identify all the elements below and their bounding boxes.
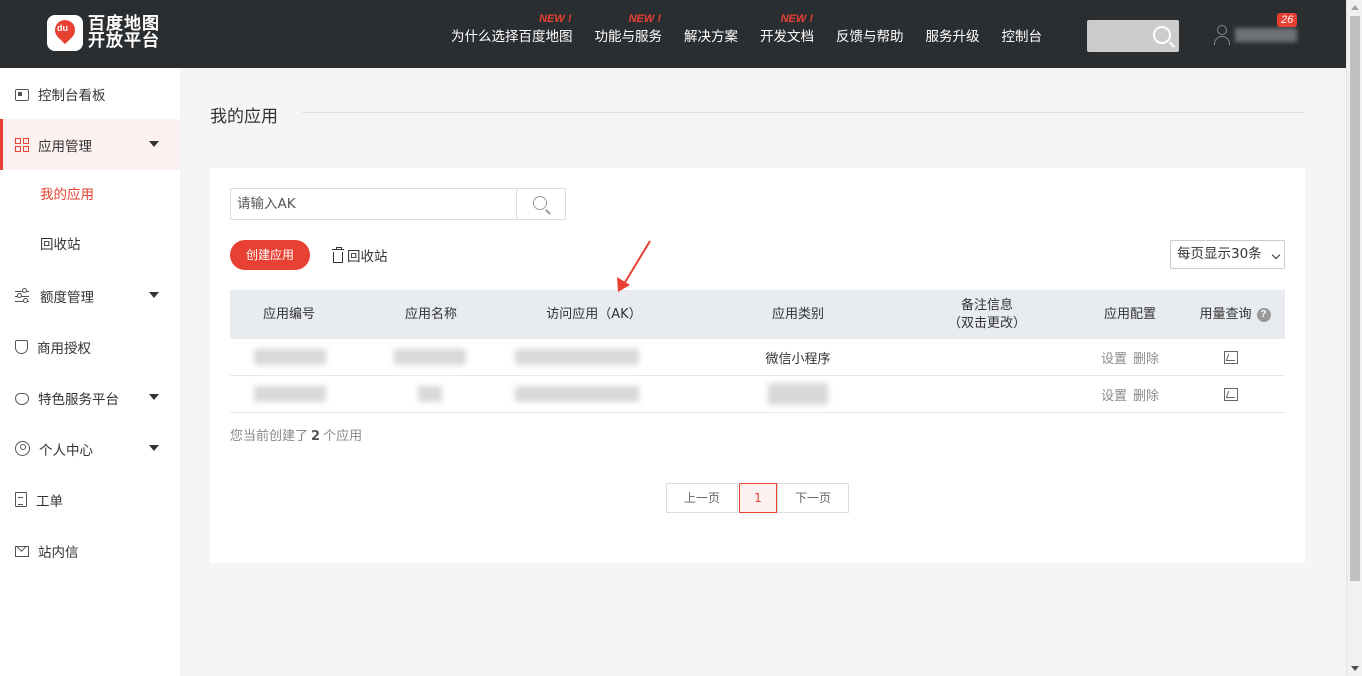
- usage-cell: [1190, 376, 1272, 412]
- search-icon: [533, 196, 547, 210]
- table-row: 微信小程序 设置 删除: [230, 339, 1285, 376]
- sidebar-item-personal-center[interactable]: 个人中心: [0, 423, 180, 474]
- new-badge: NEW !: [628, 13, 661, 25]
- clipboard-icon: [15, 492, 27, 507]
- col-remark: 备注信息 （双击更改）: [947, 297, 1026, 331]
- col-app-id: 应用编号: [262, 306, 315, 322]
- app-config-actions: 设置 删除: [1052, 376, 1208, 412]
- dashboard-icon: [15, 88, 29, 101]
- col-app-name: 应用名称: [404, 306, 457, 322]
- recycle-bin-link[interactable]: 回收站: [332, 245, 388, 265]
- sidebar-item-inbox[interactable]: 站内信: [0, 525, 180, 576]
- app-id-redacted: [250, 376, 330, 412]
- mail-icon: [15, 546, 29, 557]
- trash-icon: [332, 247, 344, 263]
- sidebar-item-dashboard[interactable]: 控制台看板: [0, 68, 180, 119]
- sliders-icon: [15, 287, 31, 304]
- nav-dev-docs[interactable]: 开发文档 NEW !: [749, 0, 825, 68]
- page-size-select[interactable]: 每页显示30条: [1170, 240, 1285, 269]
- grid-icon: [15, 137, 29, 152]
- sidebar-item-tickets[interactable]: 工单: [0, 474, 180, 525]
- col-ak: 访问应用（AK）: [546, 306, 642, 322]
- nav-service-upgrade[interactable]: 服务升级: [915, 0, 991, 68]
- ak-search-box: [230, 188, 566, 220]
- col-app-type: 应用类别: [771, 306, 824, 322]
- current-page-button[interactable]: 1: [739, 483, 777, 513]
- ak-search-input[interactable]: [231, 189, 517, 219]
- app-name-redacted: [410, 376, 450, 412]
- chevron-down-icon: [149, 292, 159, 298]
- top-search-box[interactable]: [1087, 20, 1179, 52]
- search-icon[interactable]: [1153, 26, 1171, 44]
- user-icon: [1213, 24, 1231, 46]
- sidebar-item-app-management[interactable]: 应用管理: [0, 119, 180, 170]
- heart-icon: [15, 392, 29, 405]
- nav-why-baidu-map[interactable]: 为什么选择百度地图 NEW !: [440, 0, 584, 68]
- person-icon: [15, 441, 30, 456]
- settings-link[interactable]: 设置: [1101, 385, 1127, 404]
- app-config-actions: 设置 删除: [1052, 339, 1208, 375]
- new-badge: NEW !: [539, 13, 572, 25]
- nav-features-services[interactable]: 功能与服务 NEW !: [584, 0, 674, 68]
- page-title: 我的应用: [210, 107, 278, 127]
- ak-value-redacted: [512, 376, 642, 412]
- app-id-redacted: [250, 339, 330, 375]
- page-scrollbar[interactable]: [1346, 0, 1362, 676]
- sidebar-item-commercial-license[interactable]: 商用授权: [0, 321, 180, 372]
- sidebar: 控制台看板 应用管理 我的应用 回收站 额度管理 商用授权 特色服务平台 个人中…: [0, 68, 180, 676]
- usage-cell: [1190, 339, 1272, 375]
- chevron-down-icon: [149, 394, 159, 400]
- apps-summary: 您当前创建了 2 个应用: [230, 429, 363, 444]
- title-divider: [302, 112, 1304, 113]
- ak-value-redacted: [512, 339, 642, 375]
- sidebar-item-recycle-bin[interactable]: 回收站: [0, 220, 180, 270]
- sidebar-item-featured-services[interactable]: 特色服务平台: [0, 372, 180, 423]
- user-menu[interactable]: [1213, 24, 1303, 48]
- chevron-down-icon: [1271, 250, 1281, 260]
- logo-pin-icon: du: [47, 15, 83, 51]
- next-page-button[interactable]: 下一页: [777, 483, 849, 513]
- sidebar-item-my-apps[interactable]: 我的应用: [0, 170, 180, 220]
- create-app-button[interactable]: 创建应用: [230, 240, 310, 270]
- ak-search-button[interactable]: [516, 189, 565, 219]
- scroll-up-arrow-icon[interactable]: [1351, 5, 1359, 10]
- baidu-map-logo[interactable]: du 百度地图 开放平台: [47, 15, 160, 51]
- help-icon[interactable]: ?: [1256, 307, 1271, 322]
- app-type-redacted: [766, 376, 830, 412]
- apps-card: 创建应用 回收站 每页显示30条 应用编号 应用名称 访问应用（AK） 应用类别…: [210, 168, 1305, 563]
- chevron-down-icon: [149, 141, 159, 147]
- message-count-badge[interactable]: 26: [1277, 13, 1298, 27]
- app-name-redacted: [390, 339, 470, 375]
- chevron-down-icon: [149, 445, 159, 451]
- table-header: 应用编号 应用名称 访问应用（AK） 应用类别 备注信息 （双击更改） 应用配置…: [230, 290, 1285, 339]
- apps-count: 2: [311, 429, 321, 444]
- prev-page-button[interactable]: 上一页: [666, 483, 738, 513]
- settings-link[interactable]: 设置: [1101, 348, 1127, 367]
- delete-link[interactable]: 删除: [1133, 348, 1159, 367]
- delete-link[interactable]: 删除: [1133, 385, 1159, 404]
- username-redacted: [1235, 28, 1297, 42]
- main-nav: 为什么选择百度地图 NEW ! 功能与服务 NEW ! 解决方案 开发文档 NEW !…: [440, 0, 1053, 68]
- table-row: 设置 删除: [230, 376, 1285, 413]
- nav-solutions[interactable]: 解决方案: [673, 0, 749, 68]
- usage-chart-icon[interactable]: [1224, 350, 1238, 364]
- sidebar-item-quota-management[interactable]: 额度管理: [0, 270, 180, 321]
- app-type: 微信小程序: [765, 351, 831, 367]
- logo-text-line2: 开放平台: [88, 31, 160, 51]
- pagination: 上一页 1 下一页: [666, 483, 849, 513]
- apps-table: 应用编号 应用名称 访问应用（AK） 应用类别 备注信息 （双击更改） 应用配置…: [230, 290, 1285, 413]
- new-badge: NEW !: [780, 13, 813, 25]
- nav-console[interactable]: 控制台: [991, 0, 1054, 68]
- scroll-down-arrow-icon[interactable]: [1351, 666, 1359, 671]
- col-app-config: 应用配置: [1103, 306, 1156, 322]
- usage-chart-icon[interactable]: [1224, 387, 1238, 401]
- top-navbar: du 百度地图 开放平台 为什么选择百度地图 NEW ! 功能与服务 NEW ! 解…: [0, 0, 1346, 68]
- scrollbar-thumb[interactable]: [1350, 16, 1360, 581]
- nav-feedback-help[interactable]: 反馈与帮助: [825, 0, 915, 68]
- shield-icon: [15, 339, 28, 354]
- col-usage: 用量查询 ?: [1190, 290, 1280, 339]
